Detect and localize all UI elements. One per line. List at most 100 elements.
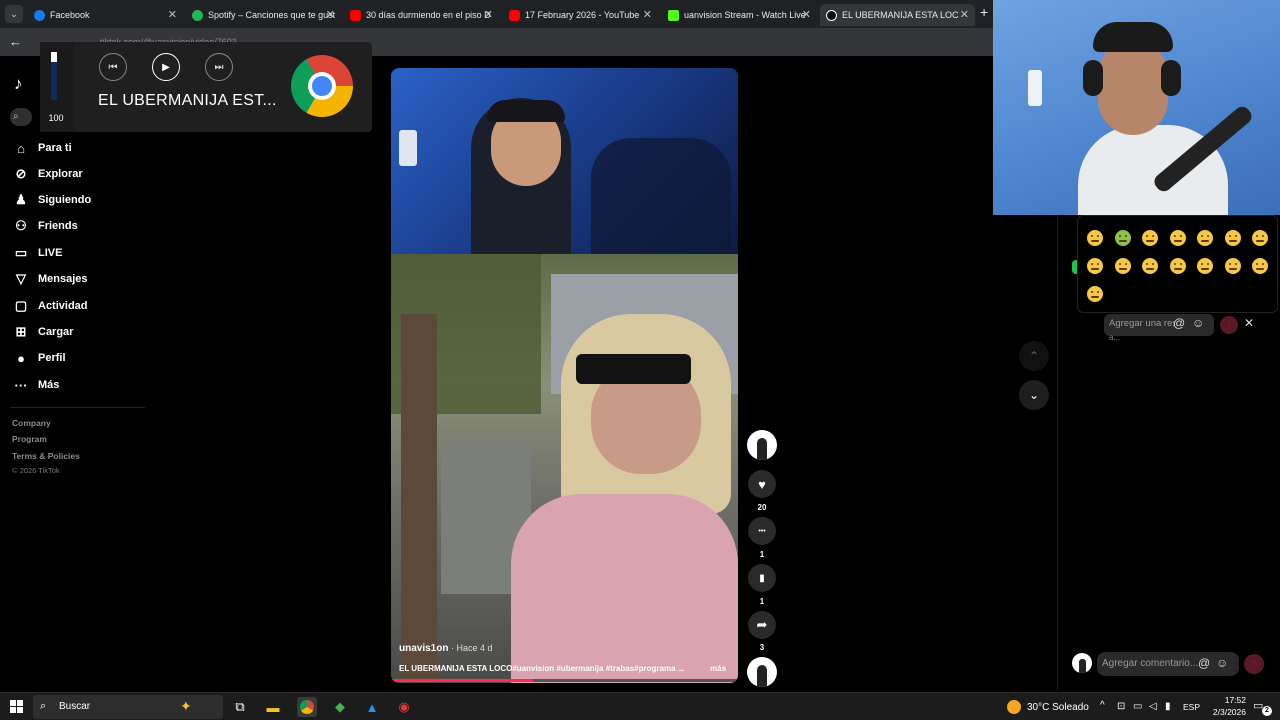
close-reply-button[interactable]: ✕ — [1244, 316, 1254, 330]
chrome-icon — [291, 55, 353, 117]
reply-send-button[interactable]: ↑ — [1220, 316, 1238, 334]
tab-kick[interactable]: uanvision Stream - Watch Live ✕ — [662, 4, 817, 26]
emoji-option[interactable] — [1224, 230, 1241, 246]
tab-title: EL UBERMANIJA ESTA LOC — [842, 10, 959, 20]
webcam-overlay — [993, 0, 1280, 215]
compass-icon: ⊘ — [15, 166, 27, 181]
tab-youtube-2[interactable]: 17 February 2026 - YouTube ✕ — [503, 4, 658, 26]
close-icon[interactable]: ✕ — [802, 8, 811, 21]
previous-track-button[interactable]: ⏮ — [99, 53, 127, 81]
tray-app-icon[interactable]: ⊡ — [1117, 701, 1125, 712]
weather-icon[interactable] — [1007, 700, 1021, 714]
copilot-sparkle-icon[interactable]: ✦ — [180, 698, 192, 715]
emoji-option[interactable] — [1197, 258, 1213, 274]
obs-icon[interactable]: ◉ — [394, 697, 414, 717]
video-author[interactable]: unavis1on · Hace 4 d — [399, 643, 493, 654]
previous-video-button[interactable]: ⌃ — [1019, 341, 1049, 371]
nav-mas[interactable]: ··· Más — [12, 375, 60, 395]
tiktok-logo[interactable]: ♪ — [14, 74, 23, 94]
search-icon[interactable]: ⌕ — [10, 108, 32, 126]
author-name[interactable]: unavis1on — [399, 643, 448, 654]
emoji-option[interactable] — [1252, 230, 1268, 246]
new-tab-button[interactable]: + — [980, 4, 988, 20]
emoji-option[interactable] — [1087, 286, 1103, 302]
close-icon[interactable]: ✕ — [484, 8, 493, 21]
back-button[interactable]: ← — [9, 34, 22, 49]
emoji-option[interactable] — [1114, 230, 1131, 246]
close-icon[interactable]: ✕ — [326, 8, 335, 21]
clock-time[interactable]: 17:52 — [1208, 695, 1246, 705]
file-explorer-icon[interactable]: ▬ — [263, 697, 283, 717]
nav-label: Mensajes — [38, 273, 88, 285]
tab-youtube-1[interactable]: 30 días durmiendo en el piso D ✕ — [344, 4, 499, 26]
nav-mensajes[interactable]: ▽ Mensajes — [12, 269, 88, 289]
footer-company-link[interactable]: Company — [12, 418, 51, 428]
nav-live[interactable]: ▭ LIVE — [12, 243, 63, 263]
emoji-option[interactable] — [1087, 258, 1103, 274]
close-icon[interactable]: ✕ — [168, 8, 177, 21]
play-button[interactable]: ▶ — [152, 53, 180, 81]
emoji-option[interactable] — [1114, 258, 1131, 274]
footer-program-link[interactable]: Program — [12, 434, 47, 444]
footer-terms-link[interactable]: Terms & Policies — [12, 451, 80, 461]
task-view-icon[interactable]: ⧉ — [230, 697, 250, 717]
caption-more-link[interactable]: más — [710, 664, 726, 673]
capcut-icon[interactable]: ▲ — [362, 697, 382, 717]
microphone-icon[interactable]: ▮ — [1165, 701, 1171, 712]
tab-spotify[interactable]: Spotify – Canciones que te gust ✕ — [186, 4, 341, 26]
emoji-option[interactable] — [1252, 258, 1268, 274]
emoji-option[interactable] — [1169, 258, 1186, 274]
nav-perfil[interactable]: ● Perfil — [12, 348, 65, 368]
next-video-button[interactable]: ⌄ — [1019, 380, 1049, 410]
tray-overflow-icon[interactable]: ^ — [1100, 700, 1105, 711]
tab-facebook[interactable]: Facebook ✕ — [28, 4, 183, 26]
comment-emoji-button[interactable]: ☺ — [1216, 656, 1228, 670]
video-player[interactable]: unavis1on · Hace 4 d EL UBERMANIJA ESTA … — [391, 68, 738, 683]
volume-slider-thumb[interactable] — [51, 52, 57, 62]
sidebar-divider — [10, 407, 145, 408]
close-icon[interactable]: ✕ — [643, 8, 652, 21]
weather-text[interactable]: 30°C Soleado — [1027, 702, 1089, 713]
save-button[interactable]: ▮ — [748, 564, 776, 592]
nav-actividad[interactable]: ▢ Actividad — [12, 296, 88, 316]
emoji-option[interactable] — [1224, 258, 1241, 274]
nav-explorar[interactable]: ⊘ Explorar — [12, 164, 83, 184]
video-caption: EL UBERMANIJA ESTA LOCO#uanvision #uberm… — [399, 664, 685, 673]
close-icon[interactable]: ✕ — [960, 8, 969, 21]
comment-mention-button[interactable]: @ — [1198, 656, 1210, 670]
language-indicator[interactable]: ESP — [1183, 702, 1200, 712]
nav-friends[interactable]: ⚇ Friends — [12, 216, 78, 236]
video-frame-bottom — [391, 254, 738, 683]
emoji-option[interactable] — [1142, 258, 1158, 274]
following-icon: ♟ — [15, 192, 27, 207]
user-avatar[interactable] — [1072, 653, 1092, 673]
like-button[interactable]: ♥ — [748, 470, 776, 498]
emoji-option[interactable] — [1197, 230, 1213, 246]
comment-send-button[interactable]: ↑ — [1244, 654, 1264, 674]
tab-search-button[interactable]: ⌄ — [5, 5, 23, 23]
network-icon[interactable]: ▭ — [1133, 701, 1142, 712]
music-avatar[interactable] — [747, 657, 777, 687]
share-button[interactable]: ➦ — [748, 611, 776, 639]
emoji-option[interactable] — [1169, 230, 1186, 246]
emoji-option[interactable] — [1142, 230, 1158, 246]
windows-start-button[interactable] — [10, 700, 23, 713]
volume-value: 100 — [48, 113, 64, 123]
mention-button[interactable]: @ — [1173, 316, 1185, 330]
chrome-taskbar-icon[interactable] — [297, 697, 317, 717]
comment-button[interactable]: ••• — [748, 517, 776, 545]
nav-label: Cargar — [38, 326, 74, 338]
profile-icon: ● — [17, 350, 25, 366]
nav-cargar[interactable]: ⊞ Cargar — [12, 322, 74, 342]
clock-date[interactable]: 2/3/2026 — [1200, 707, 1246, 717]
emoji-option[interactable] — [1087, 230, 1103, 246]
author-avatar[interactable] — [747, 430, 777, 460]
nav-siguiendo[interactable]: ♟ Siguiendo — [12, 190, 91, 210]
nav-para-ti[interactable]: ⌂ Para ti — [12, 138, 72, 158]
emoji-button[interactable]: ☺ — [1192, 316, 1204, 330]
next-track-button[interactable]: ⏭ — [205, 53, 233, 81]
tab-tiktok[interactable]: EL UBERMANIJA ESTA LOC ✕ — [820, 4, 975, 26]
minecraft-icon[interactable]: ◆ — [330, 697, 350, 717]
chevron-down-icon: ⌄ — [1028, 388, 1040, 402]
volume-icon[interactable]: ◁ — [1149, 701, 1157, 712]
